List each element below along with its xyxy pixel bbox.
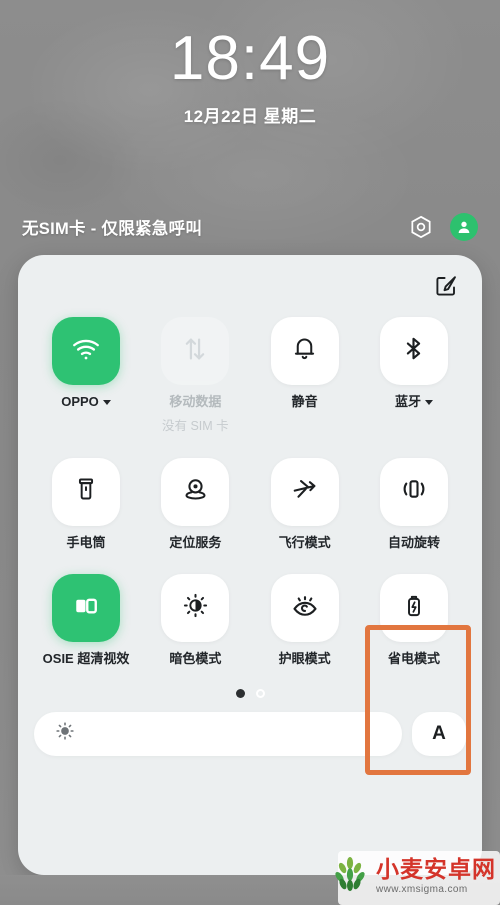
tile-location[interactable]: 定位服务: [153, 457, 237, 551]
tile-airplane[interactable]: 飞行模式: [263, 457, 347, 551]
tile-airplane-label: 飞行模式: [278, 534, 331, 550]
edit-pencil-square-icon[interactable]: [434, 274, 458, 298]
bluetooth-icon: [400, 335, 427, 367]
wifi-icon: [71, 334, 101, 369]
auto-rotate-icon: [400, 475, 428, 508]
osie-split-screen-icon: [71, 591, 101, 626]
tile-silent-label-wrap: 静音: [292, 394, 318, 410]
tile-location-label: 定位服务: [169, 534, 222, 550]
tile-battery-saver[interactable]: 省电模式: [372, 574, 456, 667]
tile-wifi[interactable]: OPPO: [44, 317, 128, 410]
tile-flashlight-label-wrap: 手电筒: [66, 535, 105, 551]
tile-dark-mode-label-wrap: 暗色模式: [169, 651, 221, 667]
page-dot-inactive[interactable]: [255, 688, 265, 698]
auto-brightness-button[interactable]: A: [412, 711, 466, 756]
watermark-url: www.xmsigma.com: [376, 883, 468, 895]
dark-mode-icon: [182, 592, 209, 624]
mobile-data-icon: [181, 335, 209, 368]
tile-wifi-label: OPPO: [61, 394, 99, 409]
tile-eye-comfort-label: 护眼模式: [278, 651, 331, 667]
eye-comfort-icon: [291, 592, 319, 625]
tile-location-square[interactable]: [161, 457, 230, 526]
tile-wifi-label-wrap: OPPO: [61, 394, 111, 410]
tile-airplane-label-wrap: 飞行模式: [279, 535, 331, 551]
bell-icon: [291, 335, 318, 367]
camera-icon[interactable]: [408, 214, 434, 240]
tile-silent[interactable]: 静音: [263, 317, 347, 410]
tile-mobile-data-sublabel: 没有 SIM 卡: [161, 418, 229, 433]
tile-auto-rotate-label: 自动旋转: [387, 534, 440, 550]
quick-settings-panel: OPPO 移动数据 没有 SIM 卡 静音 蓝牙 手电筒 定位服务 飞行模式 自…: [18, 255, 482, 875]
panel-header: [18, 255, 482, 317]
lockscreen-quick-settings-screen: 18:49 12月22日 星期二 无SIM卡 - 仅限紧急呼叫 OPPO 移动数…: [0, 0, 500, 905]
tile-eye-comfort-label-wrap: 护眼模式: [279, 651, 331, 667]
tile-row-3: OSIE 超清视效 暗色模式 护眼模式 省电模式: [43, 574, 456, 667]
watermark: 小麦安卓网 www.xmsigma.com: [330, 854, 496, 899]
airplane-icon: [291, 475, 319, 508]
tile-mobile-data-square[interactable]: [161, 317, 230, 385]
tile-dark-mode-label: 暗色模式: [169, 651, 222, 667]
chevron-down-icon[interactable]: [424, 400, 433, 406]
status-icon-group: [408, 213, 478, 241]
brightness-slider[interactable]: [34, 711, 402, 756]
quick-settings-tile-grid: OPPO 移动数据 没有 SIM 卡 静音 蓝牙 手电筒 定位服务 飞行模式 自…: [18, 317, 482, 667]
tile-battery-saver-label-wrap: 省电模式: [388, 651, 440, 667]
tile-flashlight-label: 手电筒: [66, 534, 106, 550]
tile-silent-label: 静音: [291, 394, 318, 409]
brightness-sun-icon: [54, 720, 76, 747]
tile-eye-comfort-square[interactable]: [270, 574, 339, 643]
tile-mobile-data[interactable]: 移动数据 没有 SIM 卡: [153, 317, 237, 434]
tile-flashlight-square[interactable]: [52, 457, 120, 526]
tile-auto-rotate-square[interactable]: [379, 457, 448, 526]
brightness-control-row: A: [18, 711, 482, 756]
tile-mobile-data-label-wrap: 移动数据: [169, 394, 221, 410]
carrier-status-text: 无SIM卡 - 仅限紧急呼叫: [22, 220, 203, 238]
watermark-text: 小麦安卓网 www.xmsigma.com: [376, 856, 496, 895]
tile-bluetooth-label-wrap: 蓝牙: [395, 394, 433, 410]
user-avatar-icon[interactable]: [450, 213, 478, 241]
tile-airplane-square[interactable]: [270, 457, 339, 526]
chevron-down-icon[interactable]: [102, 400, 111, 406]
watermark-title: 小麦安卓网: [376, 856, 496, 883]
tile-auto-rotate[interactable]: 自动旋转: [372, 457, 456, 551]
tile-row-1: OPPO 移动数据 没有 SIM 卡 静音 蓝牙: [44, 317, 456, 434]
wheat-logo-icon: [330, 854, 370, 899]
tile-dark-mode[interactable]: 暗色模式: [153, 574, 237, 667]
tile-battery-saver-square[interactable]: [379, 574, 448, 643]
tile-bluetooth-square[interactable]: [379, 317, 448, 385]
tile-bluetooth-label: 蓝牙: [394, 394, 421, 409]
tile-osie-label-wrap: OSIE 超清视效: [43, 651, 130, 667]
tile-osie-label: OSIE 超清视效: [42, 651, 130, 667]
tile-osie[interactable]: OSIE 超清视效: [43, 574, 130, 667]
tile-dark-mode-square[interactable]: [161, 574, 230, 643]
tile-auto-rotate-label-wrap: 自动旋转: [388, 535, 440, 551]
tile-battery-saver-label: 省电模式: [387, 651, 440, 667]
tile-location-label-wrap: 定位服务: [169, 535, 221, 551]
tile-osie-square[interactable]: [52, 574, 120, 643]
tile-silent-square[interactable]: [270, 317, 339, 385]
tile-bluetooth[interactable]: 蓝牙: [372, 317, 456, 410]
battery-saver-icon: [401, 593, 427, 624]
location-pin-icon: [182, 476, 209, 508]
tile-flashlight[interactable]: 手电筒: [44, 457, 128, 551]
tile-wifi-square[interactable]: [52, 317, 120, 385]
page-indicator-dots: [18, 688, 482, 698]
tile-row-2: 手电筒 定位服务 飞行模式 自动旋转: [44, 457, 456, 551]
page-dot-active[interactable]: [235, 688, 245, 698]
flashlight-icon: [73, 476, 99, 507]
tile-eye-comfort[interactable]: 护眼模式: [263, 574, 347, 667]
status-row: 无SIM卡 - 仅限紧急呼叫: [0, 206, 500, 248]
tile-mobile-data-label: 移动数据: [169, 394, 222, 409]
